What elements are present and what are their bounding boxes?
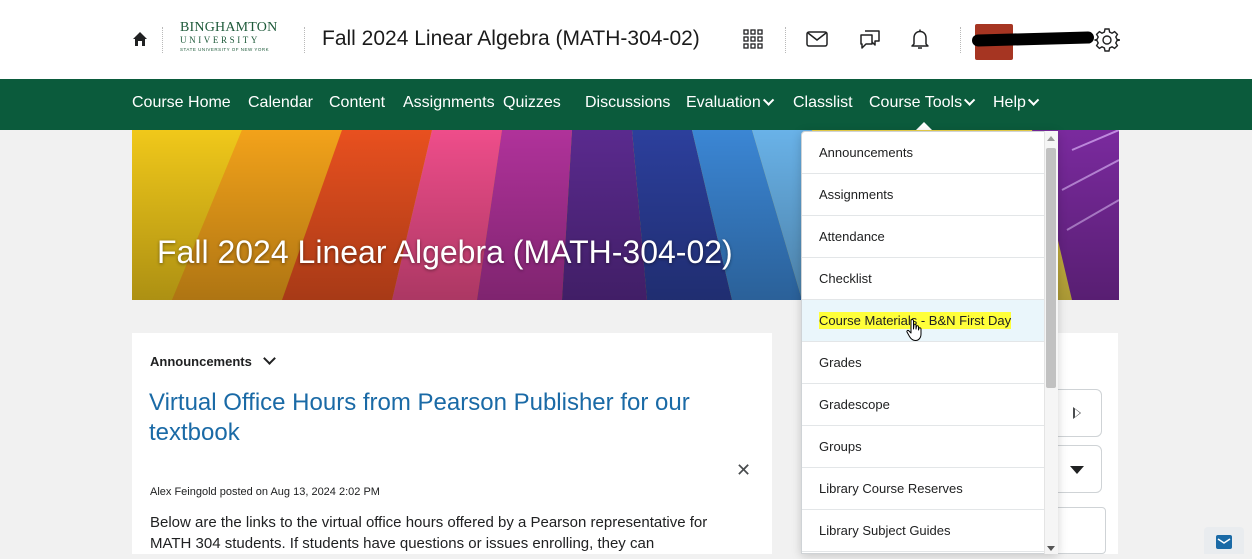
university-logo[interactable]: BINGHAMTON UNIVERSITY STATE UNIVERSITY O… — [180, 21, 292, 61]
scroll-down-icon[interactable] — [1047, 546, 1055, 551]
nav-help-label: Help — [993, 94, 1026, 111]
dropdown-caret — [916, 122, 932, 130]
nav-course-tools[interactable]: Course Tools — [869, 94, 976, 112]
chevron-down-icon — [762, 94, 774, 106]
header-course-title[interactable]: Fall 2024 Linear Algebra (MATH-304-02) — [322, 27, 700, 51]
announcement-body: Below are the links to the virtual offic… — [150, 514, 708, 552]
chevron-down-icon — [1027, 94, 1040, 106]
nav-assignments[interactable]: Assignments — [403, 94, 495, 112]
nav-classlist[interactable]: Classlist — [793, 94, 853, 112]
menu-item-announcements[interactable]: Announcements — [802, 132, 1046, 174]
announcement-posted-info: Alex Feingold posted on Aug 13, 2024 2:0… — [150, 486, 380, 498]
chevron-down-icon — [964, 94, 976, 106]
menu-scrollbar-thumb[interactable] — [1046, 148, 1056, 388]
logo-line-3: STATE UNIVERSITY OF NEW YORK — [180, 47, 270, 52]
menu-item-assignments[interactable]: Assignments — [802, 174, 1046, 216]
nav-evaluation-label: Evaluation — [686, 94, 761, 111]
nav-quizzes[interactable]: Quizzes — [503, 94, 561, 112]
menu-item-attendance[interactable]: Attendance — [802, 216, 1046, 258]
logo-line-2: UNIVERSITY — [180, 35, 260, 45]
gear-icon[interactable] — [1094, 27, 1120, 53]
menu-item-library-course-reserves[interactable]: Library Course Reserves — [802, 468, 1046, 510]
menu-item-groups[interactable]: Groups — [802, 426, 1046, 468]
close-icon[interactable]: ✕ — [736, 460, 751, 481]
bell-icon[interactable] — [908, 27, 932, 51]
nav-help[interactable]: Help — [993, 94, 1040, 112]
announcements-label[interactable]: Announcements — [150, 354, 252, 369]
announcement-title-link[interactable]: Virtual Office Hours from Pearson Publis… — [149, 388, 749, 448]
play-icon-inner — [1075, 409, 1080, 417]
header-divider — [785, 27, 786, 53]
menu-item-checklist[interactable]: Checklist — [802, 258, 1046, 300]
header-divider — [304, 27, 305, 53]
chat-support-button[interactable] — [1204, 527, 1244, 554]
menu-item-gradescope[interactable]: Gradescope — [802, 384, 1046, 426]
header-divider — [162, 27, 163, 53]
nav-discussions[interactable]: Discussions — [585, 94, 670, 112]
scroll-up-icon[interactable] — [1047, 136, 1055, 141]
course-tools-menu: Announcements Assignments Attendance Che… — [801, 131, 1058, 554]
waffle-grid-icon[interactable] — [741, 27, 765, 51]
chat-icon[interactable] — [858, 27, 882, 51]
banner-course-title: Fall 2024 Linear Algebra (MATH-304-02) — [157, 234, 733, 270]
nav-content[interactable]: Content — [329, 94, 385, 112]
menu-item-library-subject-guides[interactable]: Library Subject Guides — [802, 510, 1046, 552]
caret-down-icon — [1070, 466, 1084, 474]
widget-input[interactable] — [1050, 507, 1106, 554]
header-divider — [960, 27, 961, 53]
menu-item-grades[interactable]: Grades — [802, 342, 1046, 384]
home-icon[interactable] — [132, 31, 148, 47]
message-icon — [1216, 535, 1232, 549]
nav-course-home[interactable]: Course Home — [132, 94, 231, 112]
hand-pointer-cursor-icon — [906, 318, 922, 341]
logo-line-1: BINGHAMTON — [180, 20, 278, 35]
nav-calendar[interactable]: Calendar — [248, 94, 313, 112]
nav-course-tools-label: Course Tools — [869, 94, 963, 111]
mail-icon[interactable] — [805, 27, 829, 51]
nav-evaluation[interactable]: Evaluation — [686, 94, 774, 112]
